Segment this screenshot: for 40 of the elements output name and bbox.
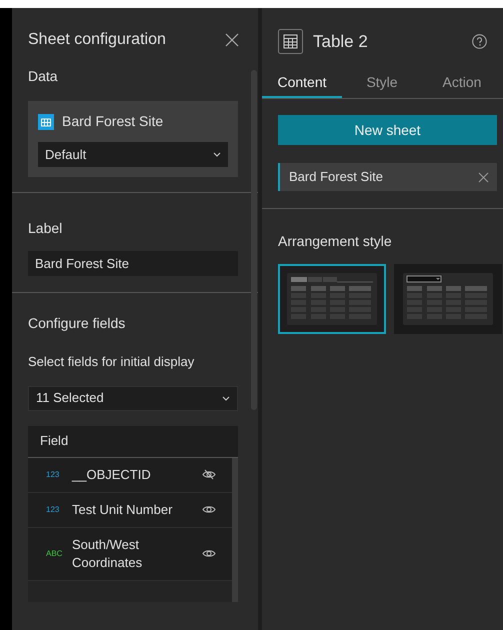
field-name: South/West Coordinates xyxy=(72,536,144,572)
field-type-label: 123 xyxy=(46,468,60,480)
eye-icon[interactable] xyxy=(202,505,216,514)
section-heading: Configure fields xyxy=(27,314,126,333)
chevron-down-icon xyxy=(222,396,230,400)
field-row[interactable]: ABC South/West Coordinates xyxy=(28,528,232,580)
field-row[interactable]: 123 Test Unit Number xyxy=(28,492,232,528)
data-source-name: Bard Forest Site xyxy=(62,112,164,131)
scrollbar[interactable] xyxy=(232,458,238,602)
scrollbar[interactable] xyxy=(251,70,257,410)
new-sheet-button[interactable]: New sheet xyxy=(278,115,497,145)
section-heading: Label xyxy=(27,219,64,238)
chevron-down-icon xyxy=(213,152,221,157)
hint-text: Select fields for initial display xyxy=(27,353,196,371)
arrangement-option[interactable] xyxy=(278,264,386,334)
arrangement-option[interactable] xyxy=(394,264,502,334)
field-type-label: ABC xyxy=(46,548,64,560)
view-dropdown[interactable]: Default xyxy=(38,142,228,167)
section-heading: Data xyxy=(27,67,59,86)
field-row[interactable]: 123 __OBJECTID xyxy=(28,458,232,492)
tab[interactable]: Style xyxy=(342,68,422,98)
label-input[interactable]: Bard Forest Site xyxy=(28,251,238,276)
table-icon xyxy=(278,29,303,54)
eye-off-icon[interactable] xyxy=(202,469,216,480)
table-icon xyxy=(38,114,54,130)
help-button[interactable] xyxy=(472,34,487,49)
sheet-item[interactable]: Bard Forest Site xyxy=(278,163,497,191)
column-header: Field xyxy=(28,426,238,458)
field-type-label: 123 xyxy=(46,504,60,516)
sheet-name: Bard Forest Site xyxy=(289,168,383,186)
panel-title: Sheet configuration xyxy=(28,30,166,50)
tab[interactable]: Content xyxy=(262,68,342,98)
widget-title: Table 2 xyxy=(313,30,369,53)
section-heading: Arrangement style xyxy=(277,232,393,251)
fields-dropdown[interactable]: 11 Selected xyxy=(28,386,238,410)
close-icon[interactable] xyxy=(478,172,489,182)
eye-icon[interactable] xyxy=(202,549,216,558)
tab[interactable]: Action xyxy=(422,68,502,98)
field-name: __OBJECTID xyxy=(72,466,152,484)
field-name: Test Unit Number xyxy=(72,500,174,518)
